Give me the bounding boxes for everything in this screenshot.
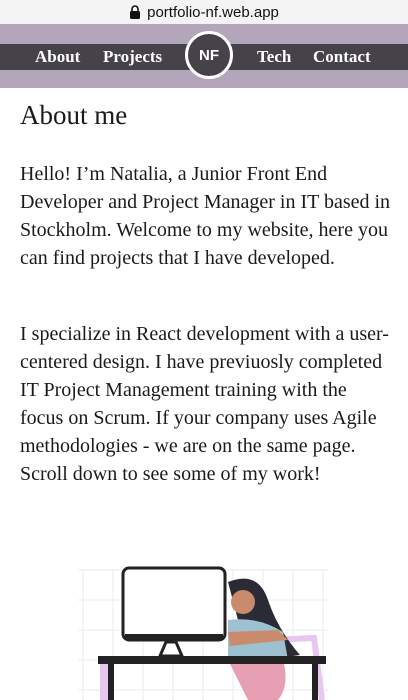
nav-link-contact[interactable]: Contact bbox=[313, 44, 371, 70]
nf-logo[interactable]: NF bbox=[185, 31, 233, 79]
logo-text: NF bbox=[199, 46, 219, 64]
intro-paragraph: Hello! I’m Natalia, a Junior Front End D… bbox=[20, 163, 391, 269]
top-navigation: About Projects NF Tech Contact bbox=[0, 24, 408, 88]
nav-link-about[interactable]: About bbox=[35, 44, 80, 70]
developer-illustration bbox=[78, 566, 328, 700]
skills-paragraph: I specialize in React development with a… bbox=[20, 323, 389, 485]
nav-link-tech[interactable]: Tech bbox=[257, 44, 291, 70]
nav-link-projects[interactable]: Projects bbox=[103, 44, 162, 70]
url-text: portfolio-nf.web.app bbox=[147, 3, 279, 21]
lock-icon bbox=[130, 5, 141, 19]
address-bar[interactable]: portfolio-nf.web.app bbox=[0, 0, 408, 24]
page-title: About me bbox=[20, 100, 128, 130]
